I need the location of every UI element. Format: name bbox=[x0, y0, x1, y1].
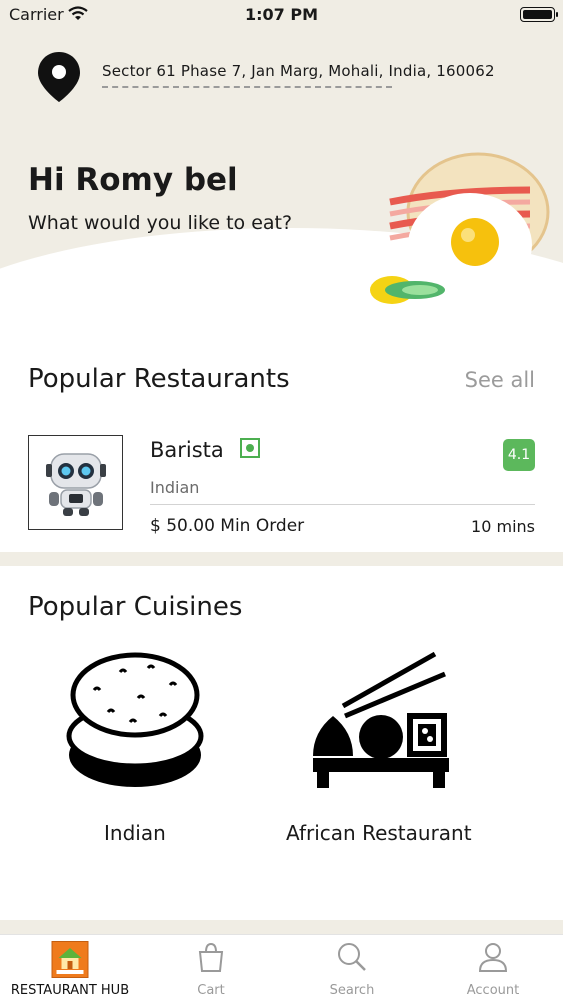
clock: 1:07 PM bbox=[244, 5, 318, 24]
delivery-time-label: 10 mins bbox=[471, 517, 535, 536]
tab-label-restaurant-hub: RESTAURANT HUB bbox=[10, 983, 130, 998]
popular-restaurants-heading: Popular Restaurants bbox=[28, 364, 290, 394]
battery-icon bbox=[520, 7, 558, 22]
location-pin-icon[interactable] bbox=[36, 50, 82, 104]
min-order-label: $ 50.00 Min Order bbox=[150, 516, 305, 536]
restaurant-thumbnail bbox=[28, 435, 123, 530]
restaurant-card[interactable]: Barista 4.1 Indian $ 50.00 Min Order 10 … bbox=[0, 430, 563, 540]
veg-indicator-icon bbox=[240, 438, 260, 458]
search-icon bbox=[338, 943, 366, 971]
tab-label-cart: Cart bbox=[197, 983, 225, 998]
section-divider bbox=[0, 552, 563, 566]
restaurant-name: Barista bbox=[150, 438, 224, 462]
cuisine-label-indian[interactable]: Indian bbox=[104, 821, 166, 845]
see-all-link[interactable]: See all bbox=[465, 368, 535, 392]
bag-icon bbox=[198, 942, 224, 972]
restaurant-hub-logo bbox=[51, 941, 89, 978]
card-divider bbox=[150, 504, 535, 505]
tab-account[interactable]: Account bbox=[423, 935, 563, 1000]
section-divider-bottom bbox=[0, 920, 563, 934]
cuisine-item-indian[interactable] bbox=[60, 650, 210, 850]
tab-label-search: Search bbox=[329, 983, 375, 998]
greeting-subtitle: What would you like to eat? bbox=[28, 212, 293, 234]
sushi-icon bbox=[313, 651, 449, 788]
greeting-heading: Hi Romy bel bbox=[28, 162, 238, 198]
restaurant-cuisine: Indian bbox=[150, 478, 200, 497]
tab-cart[interactable]: Cart bbox=[141, 935, 281, 1000]
user-icon bbox=[478, 943, 508, 972]
robot-icon bbox=[46, 453, 106, 516]
breakfast-illustration bbox=[370, 152, 550, 304]
tab-restaurant-hub[interactable]: RESTAURANT HUB bbox=[0, 935, 140, 1000]
delivery-address[interactable]: Sector 61 Phase 7, Jan Marg, Mohali, Ind… bbox=[102, 62, 495, 80]
popular-cuisines-heading: Popular Cuisines bbox=[28, 592, 243, 622]
cuisine-label-african-restaurant[interactable]: African Restaurant bbox=[286, 821, 472, 845]
cuisine-item-african-restaurant[interactable] bbox=[305, 650, 455, 795]
bread-icon bbox=[66, 652, 204, 787]
tab-label-account: Account bbox=[466, 983, 520, 998]
tab-search[interactable]: Search bbox=[282, 935, 422, 1000]
address-underline bbox=[102, 86, 392, 88]
status-bar: Carrier 1:07 PM bbox=[0, 0, 563, 30]
hero-banner bbox=[0, 0, 563, 320]
rating-badge: 4.1 bbox=[503, 439, 535, 471]
bottom-tab-bar: RESTAURANT HUB Cart Search Account bbox=[0, 934, 563, 1000]
